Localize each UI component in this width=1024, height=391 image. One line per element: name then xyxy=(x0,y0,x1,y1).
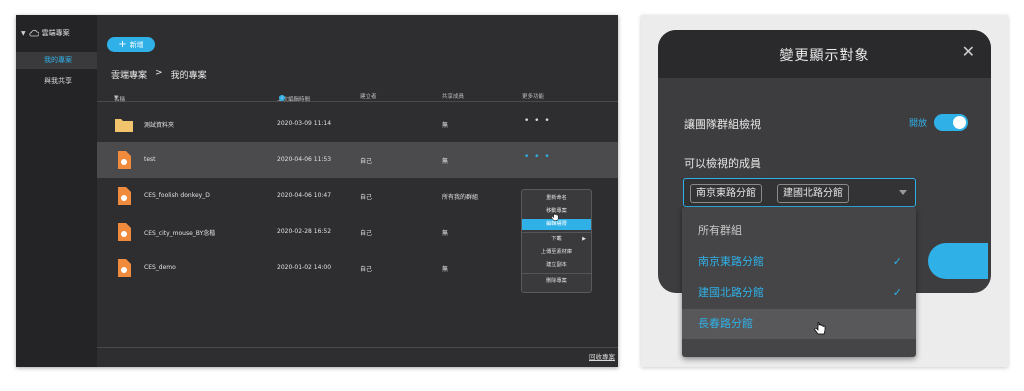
file-icon xyxy=(118,223,131,241)
breadcrumb-root[interactable]: 雲端專案 xyxy=(111,68,147,81)
file-icon xyxy=(118,259,131,277)
member-chip[interactable]: 南京東路分館 xyxy=(690,184,762,203)
menu-item-duplicate[interactable]: 建立副本 xyxy=(522,260,591,271)
row-modified: 2020-04-06 10:47 xyxy=(277,192,332,199)
footer-divider xyxy=(97,347,618,348)
row-creator: 自己 xyxy=(360,266,373,273)
table-header: 名稱 ▼ 上次編輯時間 i 建立者 共享成員 更多功能 xyxy=(97,89,618,103)
dropdown-option[interactable]: 建國北路分館 ✓ xyxy=(682,278,916,308)
hand-cursor-icon xyxy=(551,212,559,221)
breadcrumb: 雲端專案 > 我的專案 xyxy=(111,68,207,81)
cloud-icon xyxy=(29,29,39,37)
row-name: test xyxy=(144,156,156,163)
column-more: 更多功能 xyxy=(522,94,545,100)
row-creator: 自己 xyxy=(360,158,373,165)
sidebar-title: 雲端專案 xyxy=(41,29,70,37)
column-shared: 共享成員 xyxy=(442,94,465,100)
row-name: CES_foolish donkey_D xyxy=(144,192,210,199)
context-menu: 重新命名 移動專案 編輯權限 下載 ▶ 上傳至素材庫 建立副本 刪除專案 xyxy=(521,189,592,293)
file-icon xyxy=(118,151,131,169)
menu-item-rename[interactable]: 重新命名 xyxy=(522,193,591,204)
file-icon xyxy=(118,187,131,205)
menu-divider xyxy=(522,232,591,233)
member-chip[interactable]: 建國北路分館 xyxy=(777,184,849,203)
breadcrumb-current: 我的專案 xyxy=(170,71,207,81)
check-icon: ✓ xyxy=(892,255,902,268)
chevron-right-icon: ▶ xyxy=(582,236,586,242)
dropdown-option[interactable]: 長春路分館 xyxy=(682,309,916,339)
sidebar-item-my-projects[interactable]: 我的專案 xyxy=(16,52,97,69)
row-modified: 2020-03-09 11:14 xyxy=(277,120,332,127)
column-creator: 建立者 xyxy=(360,94,377,100)
row-creator: 自己 xyxy=(360,230,373,237)
row-name: CES_demo xyxy=(144,264,176,271)
menu-item-delete[interactable]: 刪除專案 xyxy=(522,276,591,287)
row-creator: 自己 xyxy=(360,194,373,201)
dropdown-header: 所有群組 xyxy=(698,224,742,237)
sidebar: ▼ 雲端專案 我的專案 與我共享 xyxy=(16,15,97,367)
row-name: 測試資料夾 xyxy=(144,122,175,129)
members-dropdown: 所有群組 南京東路分館 ✓ 建國北路分館 ✓ 長春路分館 xyxy=(682,207,916,357)
modal-header: 變更顯示對象 ✕ xyxy=(658,30,991,78)
table-row[interactable]: 測試資料夾 2020-03-09 11:14 無 • • • xyxy=(97,106,618,142)
visibility-panel: 變更顯示對象 ✕ 讓團隊群組檢視 開放 可以檢視的成員 南京東路分館 建國北路分… xyxy=(641,15,1008,367)
recycle-projects-link[interactable]: 回收專案 xyxy=(589,351,615,361)
breadcrumb-separator: > xyxy=(155,68,163,78)
new-button-label: 新增 xyxy=(129,40,144,49)
menu-divider xyxy=(522,273,591,274)
more-options-icon[interactable]: • • • xyxy=(524,116,551,126)
row-name: CES_city_mouse_BY念楷 xyxy=(144,230,216,237)
hand-cursor-icon xyxy=(814,322,826,335)
row-modified: 2020-04-06 11:53 xyxy=(277,156,332,163)
table-row[interactable]: test 2020-04-06 11:53 自己 無 • • • xyxy=(97,142,618,178)
row-shared: 無 xyxy=(442,122,449,129)
row-shared: 無 xyxy=(442,158,449,165)
caret-down-icon: ▼ xyxy=(21,29,26,37)
new-button[interactable]: + 新增 xyxy=(107,37,155,52)
row-modified: 2020-02-28 16:52 xyxy=(277,228,332,235)
confirm-button[interactable] xyxy=(928,243,988,279)
dropdown-option[interactable]: 南京東路分館 ✓ xyxy=(682,247,916,277)
row-modified: 2020-01-02 14:00 xyxy=(277,264,332,271)
row-shared: 無 xyxy=(442,230,449,237)
menu-item-upload-library[interactable]: 上傳至素材庫 xyxy=(522,247,591,258)
check-icon: ✓ xyxy=(892,286,902,299)
members-label: 可以檢視的成員 xyxy=(684,157,761,170)
folder-icon xyxy=(115,119,133,132)
sidebar-item-shared-with-me[interactable]: 與我共享 xyxy=(16,73,97,90)
members-select[interactable]: 南京東路分館 建國北路分館 xyxy=(683,178,916,207)
info-icon: i xyxy=(279,95,285,101)
team-view-toggle[interactable] xyxy=(934,114,968,131)
modal-title: 變更顯示對象 xyxy=(779,48,870,64)
sort-down-icon: ▼ xyxy=(114,95,119,101)
menu-item-download[interactable]: 下載 ▶ xyxy=(522,234,591,245)
row-shared: 所有我的群組 xyxy=(442,194,479,201)
row-shared: 無 xyxy=(442,266,449,273)
caret-down-icon xyxy=(899,190,907,195)
sidebar-header[interactable]: ▼ 雲端專案 xyxy=(21,27,70,39)
page: ▼ 雲端專案 我的專案 與我共享 + 新增 雲端專案 > 我的專案 名稱 ▼ 上 xyxy=(0,0,1024,391)
plus-icon: + xyxy=(118,38,127,50)
more-options-icon[interactable]: • • • xyxy=(524,152,551,162)
file-manager-window: ▼ 雲端專案 我的專案 與我共享 + 新增 雲端專案 > 我的專案 名稱 ▼ 上 xyxy=(16,15,618,367)
toggle-label: 開放 xyxy=(909,119,928,129)
team-view-label: 讓團隊群組檢視 xyxy=(684,118,761,131)
close-icon[interactable]: ✕ xyxy=(962,42,975,61)
toggle-knob xyxy=(953,116,966,129)
